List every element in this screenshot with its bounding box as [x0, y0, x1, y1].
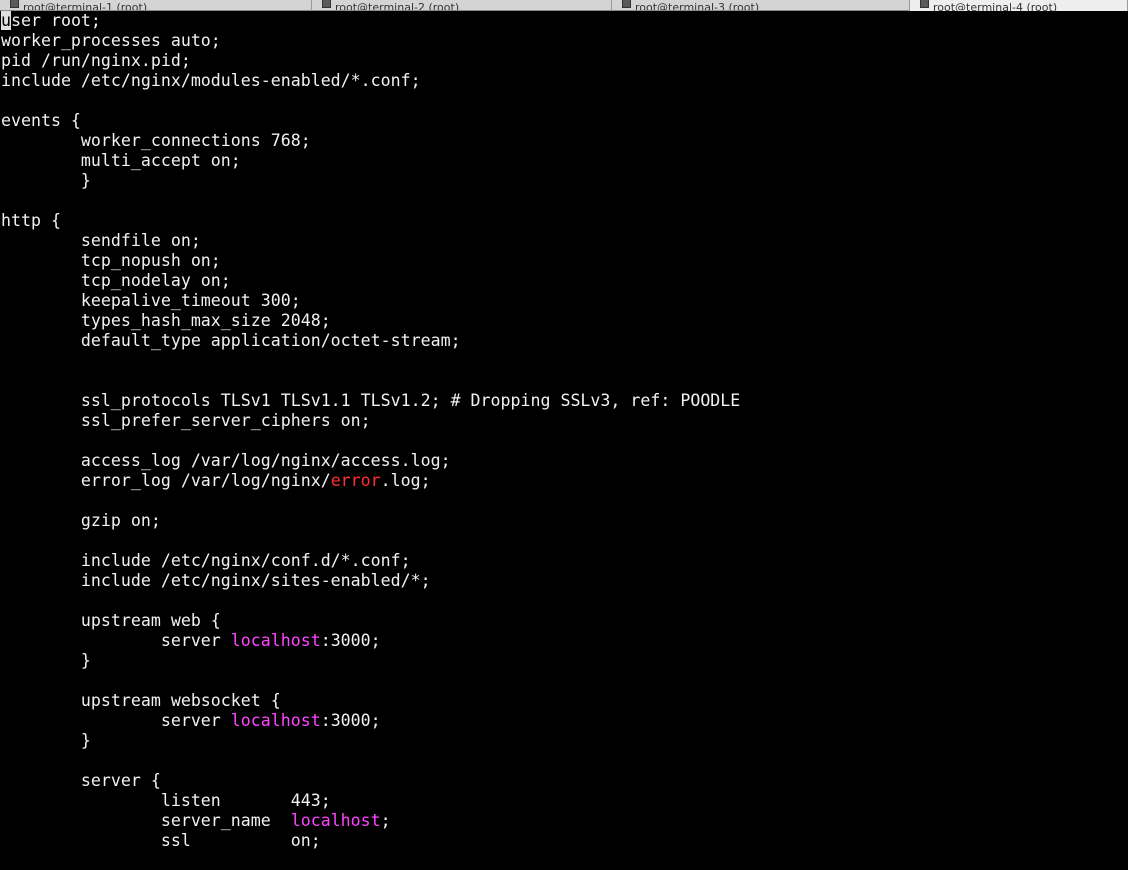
code-text: tcp_nodelay on; [1, 271, 231, 290]
code-line: tcp_nodelay on; [1, 271, 1127, 291]
code-text: :3000; [320, 631, 381, 650]
code-line: keepalive_timeout 300; [1, 291, 1127, 311]
terminal-icon [920, 0, 929, 8]
code-line: multi_accept on; [1, 151, 1127, 171]
code-text: ssl_prefer_server_ciphers on; [1, 411, 371, 430]
tab-bar: root@terminal-1 (root) root@terminal-2 (… [0, 0, 1128, 11]
code-text: types_hash_max_size 2048; [1, 311, 331, 330]
code-text: worker_connections 768; [1, 131, 311, 150]
terminal-icon [322, 0, 331, 8]
highlighted-keyword: localhost [290, 811, 381, 830]
code-text: server { [1, 771, 161, 790]
code-text: ssl on; [1, 831, 321, 850]
code-line: upstream web { [1, 611, 1127, 631]
code-line: include /etc/nginx/sites-enabled/*; [1, 571, 1127, 591]
code-text: sendfile on; [1, 231, 201, 250]
code-text: gzip on; [1, 511, 161, 530]
code-text: server_name [1, 811, 291, 830]
code-line: user root; [1, 11, 1127, 31]
code-line: include /etc/nginx/conf.d/*.conf; [1, 551, 1127, 571]
code-text: default_type application/octet-stream; [1, 331, 461, 350]
code-text: access_log /var/log/nginx/access.log; [1, 451, 451, 470]
code-text: upstream web { [1, 611, 221, 630]
code-text: error_log /var/log/nginx/ [1, 471, 331, 490]
terminal-icon [10, 0, 19, 8]
code-line: sendfile on; [1, 231, 1127, 251]
code-line: } [1, 651, 1127, 671]
code-line: ssl_protocols TLSv1 TLSv1.1 TLSv1.2; # D… [1, 391, 1127, 411]
code-text: include /etc/nginx/sites-enabled/*; [1, 571, 431, 590]
highlighted-keyword: localhost [230, 631, 321, 650]
code-text: :3000; [320, 711, 381, 730]
code-line: worker_connections 768; [1, 131, 1127, 151]
code-text: ssl_protocols TLSv1 TLSv1.1 TLSv1.2; # D… [1, 391, 741, 410]
code-line: tcp_nopush on; [1, 251, 1127, 271]
code-text: include /etc/nginx/conf.d/*.conf; [1, 551, 411, 570]
tab-session-2[interactable]: root@terminal-2 (root) [312, 0, 612, 11]
terminal-editor[interactable]: user root; worker_processes auto; pid /run… [1, 11, 1127, 870]
tab-session-1[interactable]: root@terminal-1 (root) [0, 0, 312, 11]
code-line: http { [1, 211, 1127, 231]
code-text: pid /run/nginx.pid; [1, 51, 191, 70]
highlighted-keyword: localhost [230, 711, 321, 730]
code-line: ssl_prefer_server_ciphers on; [1, 411, 1127, 431]
code-line: server localhost:3000; [1, 631, 1127, 651]
code-line: } [1, 731, 1127, 751]
code-line: server localhost:3000; [1, 711, 1127, 731]
code-line: } [1, 171, 1127, 191]
code-text: listen 443; [1, 791, 331, 810]
code-line: error_log /var/log/nginx/error.log; [1, 471, 1127, 491]
tab-label: root@terminal-2 (root) [335, 1, 460, 11]
code-text: multi_accept on; [1, 151, 241, 170]
code-text: upstream websocket { [1, 691, 281, 710]
code-text: } [1, 651, 91, 670]
code-line: server { [1, 771, 1127, 791]
code-line: pid /run/nginx.pid; [1, 51, 1127, 71]
code-text: http { [1, 211, 61, 230]
code-line: events { [1, 111, 1127, 131]
terminal-icon [622, 0, 631, 8]
code-line: include /etc/nginx/modules-enabled/*.con… [1, 71, 1127, 91]
code-line: default_type application/octet-stream; [1, 331, 1127, 351]
tab-label: root@terminal-4 (root) [933, 1, 1058, 11]
highlighted-error-word: error [330, 471, 381, 490]
code-text: } [1, 171, 91, 190]
code-text: server [1, 631, 231, 650]
code-line: access_log /var/log/nginx/access.log; [1, 451, 1127, 471]
code-text: tcp_nopush on; [1, 251, 221, 270]
code-line: ssl on; [1, 831, 1127, 851]
code-text: } [1, 731, 91, 750]
code-line: upstream websocket { [1, 691, 1127, 711]
code-line: server_name localhost; [1, 811, 1127, 831]
tab-label: root@terminal-3 (root) [635, 1, 760, 11]
code-text: ; [380, 811, 391, 830]
code-text: events { [1, 111, 81, 130]
code-text: user root; [1, 11, 101, 30]
code-text: server [1, 711, 231, 730]
code-text: worker_processes auto; [1, 31, 221, 50]
code-line: listen 443; [1, 791, 1127, 811]
code-line: worker_processes auto; [1, 31, 1127, 51]
tab-session-3[interactable]: root@terminal-3 (root) [612, 0, 910, 11]
code-text: include /etc/nginx/modules-enabled/*.con… [1, 71, 421, 90]
code-line: types_hash_max_size 2048; [1, 311, 1127, 331]
code-text: .log; [380, 471, 431, 490]
code-text: keepalive_timeout 300; [1, 291, 301, 310]
tab-session-4-active[interactable]: root@terminal-4 (root) [910, 0, 1128, 11]
text-cursor: u [1, 11, 11, 30]
tab-label: root@terminal-1 (root) [23, 1, 148, 11]
code-line: gzip on; [1, 511, 1127, 531]
